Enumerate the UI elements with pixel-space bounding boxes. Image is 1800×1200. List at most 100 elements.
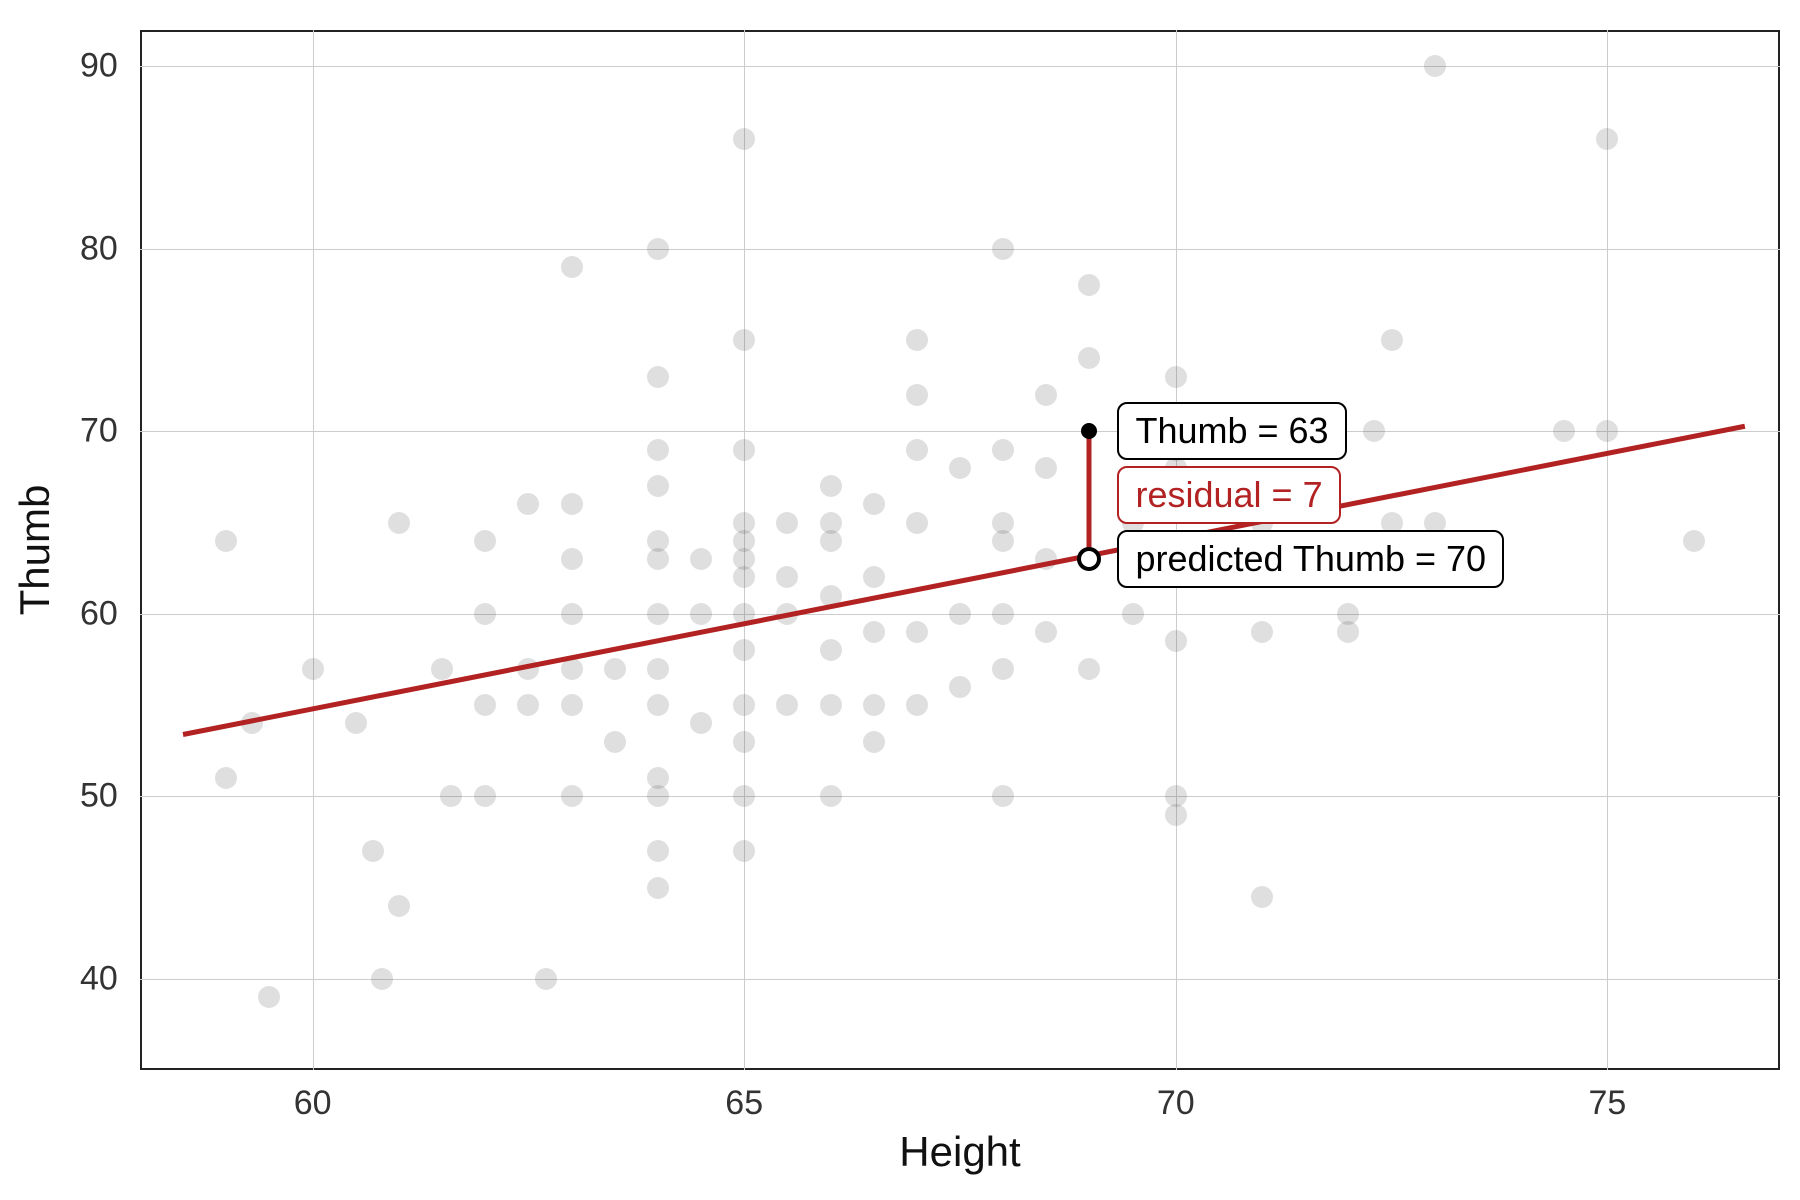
scatter-point: [733, 731, 755, 753]
predicted-point: [1077, 547, 1101, 571]
scatter-point: [690, 712, 712, 734]
scatter-point: [1035, 457, 1057, 479]
y-tick-label: 60: [80, 594, 118, 633]
scatter-point: [604, 731, 626, 753]
scatter-point: [1596, 420, 1618, 442]
scatter-point: [992, 238, 1014, 260]
scatter-point: [535, 968, 557, 990]
scatter-point: [1165, 630, 1187, 652]
scatter-point: [474, 603, 496, 625]
scatter-point: [1596, 128, 1618, 150]
scatter-point: [733, 128, 755, 150]
x-tick-label: 75: [1588, 1084, 1626, 1123]
residual-line: [1087, 431, 1092, 559]
scatter-point: [561, 785, 583, 807]
scatter-point: [906, 384, 928, 406]
scatter-point: [733, 840, 755, 862]
scatter-point: [345, 712, 367, 734]
gridline-h: [140, 249, 1780, 250]
scatter-point: [1251, 886, 1273, 908]
gridline-h: [140, 431, 1780, 432]
scatter-point: [647, 439, 669, 461]
scatter-point: [906, 439, 928, 461]
scatter-point: [1381, 329, 1403, 351]
scatter-point: [561, 256, 583, 278]
scatter-point: [474, 785, 496, 807]
scatter-point: [647, 366, 669, 388]
scatter-point: [733, 639, 755, 661]
scatter-point: [949, 603, 971, 625]
scatter-point: [690, 603, 712, 625]
scatter-point: [1553, 420, 1575, 442]
scatter-point: [906, 329, 928, 351]
scatter-point: [820, 694, 842, 716]
scatter-point: [647, 530, 669, 552]
scatter-point: [440, 785, 462, 807]
scatter-point: [733, 439, 755, 461]
scatter-point: [992, 785, 1014, 807]
scatter-point: [733, 512, 755, 534]
scatter-point: [258, 986, 280, 1008]
y-tick-label: 70: [80, 412, 118, 451]
y-tick-label: 50: [80, 777, 118, 816]
scatter-point: [733, 694, 755, 716]
scatter-point: [820, 639, 842, 661]
scatter-point: [431, 658, 453, 680]
gridline-v: [313, 30, 314, 1070]
scatter-point: [949, 676, 971, 698]
gridline-h: [140, 66, 1780, 67]
scatter-point: [776, 694, 798, 716]
scatter-point: [604, 658, 626, 680]
scatter-point: [690, 548, 712, 570]
scatter-point: [1165, 366, 1187, 388]
scatter-point: [776, 512, 798, 534]
scatter-point: [388, 895, 410, 917]
scatter-point: [647, 877, 669, 899]
scatter-point: [863, 731, 885, 753]
plot-area: [140, 30, 1780, 1070]
gridline-v: [1607, 30, 1608, 1070]
scatter-point: [647, 694, 669, 716]
scatter-point: [1078, 658, 1100, 680]
x-axis-label: Height: [899, 1128, 1020, 1176]
y-tick-label: 80: [80, 229, 118, 268]
scatter-point: [992, 658, 1014, 680]
scatter-point: [561, 603, 583, 625]
scatter-point: [1078, 274, 1100, 296]
scatter-point: [1337, 621, 1359, 643]
scatter-point: [863, 493, 885, 515]
scatter-point: [906, 621, 928, 643]
observed-label: Thumb = 63: [1117, 402, 1346, 460]
scatter-point: [820, 475, 842, 497]
x-tick-label: 70: [1157, 1084, 1195, 1123]
scatter-point: [474, 530, 496, 552]
scatter-point: [302, 658, 324, 680]
scatter-point: [474, 694, 496, 716]
scatter-point: [906, 694, 928, 716]
x-tick-label: 60: [294, 1084, 332, 1123]
scatter-chart: 60657075405060708090HeightThumbThumb = 6…: [0, 0, 1800, 1200]
residual-label: residual = 7: [1117, 466, 1340, 524]
scatter-point: [1122, 603, 1144, 625]
scatter-point: [820, 512, 842, 534]
scatter-point: [949, 457, 971, 479]
scatter-point: [863, 621, 885, 643]
scatter-point: [992, 439, 1014, 461]
scatter-point: [863, 566, 885, 588]
scatter-point: [388, 512, 410, 534]
scatter-point: [1078, 347, 1100, 369]
scatter-point: [517, 493, 539, 515]
scatter-point: [733, 785, 755, 807]
x-tick-label: 65: [725, 1084, 763, 1123]
scatter-point: [561, 493, 583, 515]
scatter-point: [1683, 530, 1705, 552]
observed-point: [1081, 423, 1097, 439]
scatter-point: [1424, 55, 1446, 77]
gridline-h: [140, 796, 1780, 797]
scatter-point: [647, 767, 669, 789]
scatter-point: [863, 694, 885, 716]
y-tick-label: 90: [80, 47, 118, 86]
y-tick-label: 40: [80, 959, 118, 998]
scatter-point: [215, 767, 237, 789]
scatter-point: [647, 603, 669, 625]
